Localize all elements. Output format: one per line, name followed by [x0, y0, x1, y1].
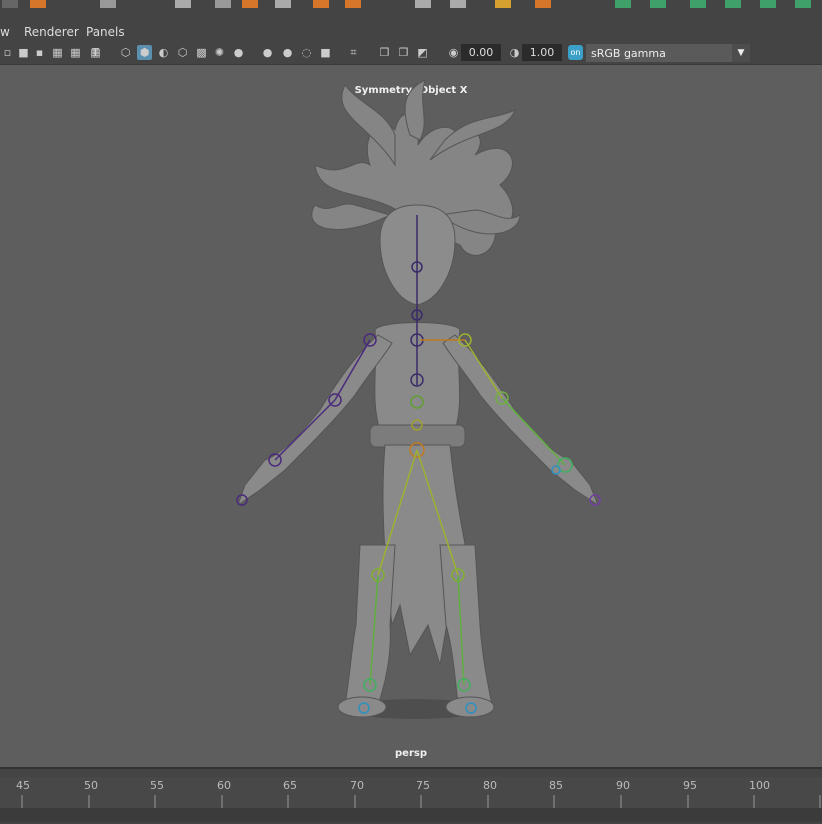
shelf-icon[interactable]: [30, 0, 46, 8]
shadows-icon[interactable]: ●: [231, 45, 246, 60]
text-icon[interactable]: T: [88, 45, 103, 60]
shelf-icon[interactable]: [275, 0, 291, 8]
anti-aliasing-icon[interactable]: ◌: [299, 45, 314, 60]
panel-toolbar: ▫ ■ ▪ ▦ ▦ ▦ T ⬡ ⬢ ◐ ⬡ ▩ ✺ ● ● ● ◌ ■ ⌗ ❐ …: [0, 42, 822, 65]
color-management-icon[interactable]: on: [568, 45, 583, 60]
time-ruler[interactable]: 45 50 55 60 65 70 75 80 85 90 95 100: [0, 777, 822, 809]
shaded-wireframe-icon[interactable]: ◐: [156, 45, 171, 60]
exposure-field[interactable]: [461, 44, 501, 61]
shelf-icon[interactable]: [760, 0, 776, 8]
xray-active-icon[interactable]: ◩: [415, 45, 430, 60]
tick-marks: [21, 795, 821, 809]
character-right-arm: [442, 334, 600, 507]
xray-joints-icon[interactable]: ❐: [396, 45, 411, 60]
film-gate-icon[interactable]: ▦: [68, 45, 83, 60]
gamma-field[interactable]: [522, 44, 562, 61]
shelf-icon[interactable]: [175, 0, 191, 8]
motion-blur-icon[interactable]: ●: [280, 45, 295, 60]
shelf-icon[interactable]: [535, 0, 551, 8]
wireframe-icon[interactable]: ⬡: [118, 45, 133, 60]
ambient-occlusion-icon[interactable]: ●: [260, 45, 275, 60]
camera-icon[interactable]: ▫: [0, 45, 15, 60]
wireframe-on-shaded-icon[interactable]: ⬡: [175, 45, 190, 60]
shelf-icon[interactable]: [100, 0, 116, 8]
shelf-icon[interactable]: [495, 0, 511, 8]
exposure-icon[interactable]: ◉: [446, 45, 461, 60]
menu-renderer[interactable]: Renderer: [24, 25, 79, 39]
shelf-icon[interactable]: [725, 0, 741, 8]
viewport-3d[interactable]: Symmetry: Object X persp: [0, 65, 822, 767]
shelf-icon[interactable]: [415, 0, 431, 8]
shelf-icon[interactable]: [650, 0, 666, 8]
depth-of-field-icon[interactable]: ■: [318, 45, 333, 60]
shelf-icon[interactable]: [313, 0, 329, 8]
camera-label: persp: [395, 748, 427, 759]
shelf-icon[interactable]: [2, 0, 18, 8]
isolate-select-icon[interactable]: ⌗: [346, 45, 361, 60]
character-right-leg: [439, 544, 493, 706]
shelf-icon[interactable]: [795, 0, 811, 8]
menu-panels[interactable]: Panels: [86, 25, 125, 39]
character-left-foot: [337, 696, 387, 718]
resolution-gate-icon[interactable]: ▦: [50, 45, 65, 60]
textured-icon[interactable]: ▩: [194, 45, 209, 60]
smooth-shade-icon[interactable]: ⬢: [137, 45, 152, 60]
shelf-icon[interactable]: [615, 0, 631, 8]
color-space-value: sRGB gamma: [591, 46, 666, 60]
shelf-icon[interactable]: [690, 0, 706, 8]
shelf-icon[interactable]: [242, 0, 258, 8]
color-space-dropdown[interactable]: sRGB gamma ▼: [586, 44, 750, 62]
menu-view[interactable]: w: [0, 25, 10, 39]
range-slider[interactable]: [0, 808, 822, 822]
lighting-icon[interactable]: ✺: [212, 45, 227, 60]
shelf-icon[interactable]: [215, 0, 231, 8]
shelf-icon[interactable]: [450, 0, 466, 8]
shelf-icon[interactable]: [345, 0, 361, 8]
character-model[interactable]: [0, 65, 822, 767]
shelf-strip: [0, 0, 822, 23]
chevron-down-icon[interactable]: ▼: [732, 44, 750, 62]
gamma-icon[interactable]: ◑: [507, 45, 522, 60]
bookmark-icon[interactable]: ■: [16, 45, 31, 60]
image-plane-icon[interactable]: ▪: [32, 45, 47, 60]
character-right-foot: [445, 696, 495, 718]
xray-icon[interactable]: ❐: [377, 45, 392, 60]
panel-menu-bar: w Renderer Panels: [0, 22, 822, 42]
